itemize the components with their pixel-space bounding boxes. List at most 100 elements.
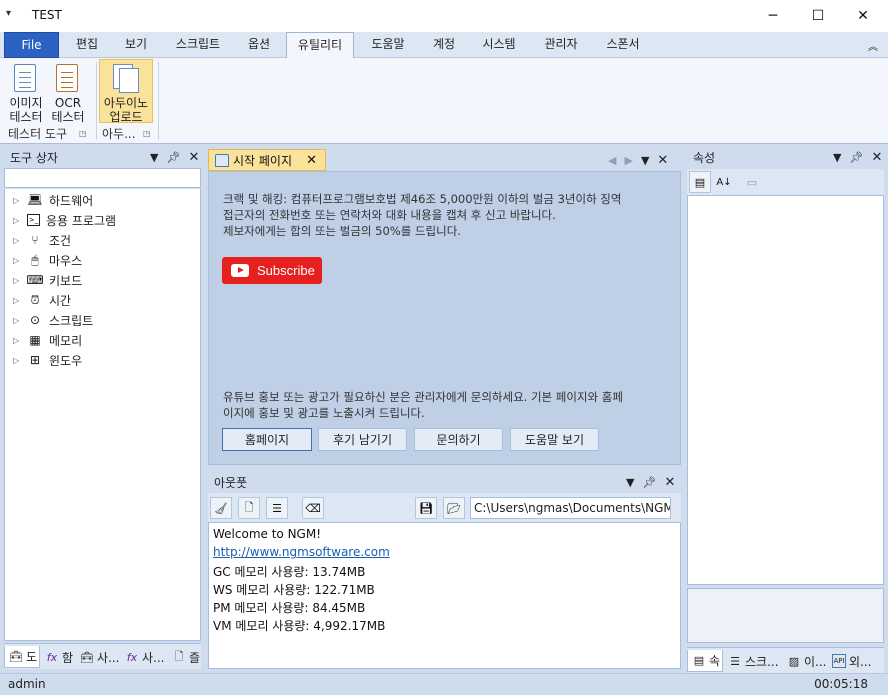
dropdown-icon[interactable]: ▼ (626, 472, 634, 494)
new-log-icon[interactable]: 🗋 (238, 497, 260, 519)
tab-help[interactable]: 도움말 (360, 32, 416, 58)
ocr-tester-button[interactable]: OCR 테스터 (48, 60, 88, 124)
property-grid[interactable] (687, 195, 884, 585)
notice-line: 크랙 및 해킹: 컴퓨터프로그램보호법 제46조 5,000만원 이하의 벌금 … (223, 192, 622, 206)
title-bar: ▾ TEST ─ ☐ ✕ (0, 0, 888, 32)
clean-icon[interactable]: 🧹︎ (210, 497, 232, 519)
expand-icon[interactable]: ▷ (13, 316, 25, 325)
dialog-launcher-icon[interactable]: ◳ (143, 129, 151, 138)
tab-functions[interactable]: fx 함 (41, 646, 75, 668)
close-icon[interactable]: ✕ (188, 147, 199, 169)
tree-item-script[interactable]: ▷ ⊙ 스크립트 (13, 310, 93, 330)
expand-icon[interactable]: ▷ (13, 256, 25, 265)
categorized-icon[interactable]: ▤ (689, 171, 711, 193)
tab-script[interactable]: 스크립트 (163, 32, 233, 58)
tree-item-condition[interactable]: ▷ ⑂ 조건 (13, 230, 71, 250)
tab-admin[interactable]: 관리자 (532, 32, 590, 58)
toolbox-title: 도구 상자 (10, 151, 58, 165)
tree-item-time[interactable]: ▷ ⏰︎ 시간 (13, 290, 71, 310)
tab-start-page[interactable]: 시작 페이지 ✕ (208, 149, 326, 171)
tree-item-label: 하드웨어 (49, 193, 94, 208)
tree-item-window[interactable]: ▷ ⊞ 윈도우 (13, 350, 82, 370)
expand-icon[interactable]: ▷ (13, 236, 25, 245)
close-button[interactable]: ✕ (840, 0, 886, 32)
tree-item-memory[interactable]: ▷ ▦ 메모리 (13, 330, 82, 350)
homepage-button[interactable]: 홈페이지 (222, 428, 312, 451)
tab-sponsor[interactable]: 스폰서 (593, 32, 653, 58)
pin-icon[interactable]: 📌︎ (849, 147, 863, 169)
close-icon[interactable]: ✕ (657, 153, 668, 168)
tab-script-list[interactable]: ☰ 스크... (724, 650, 782, 672)
tree-item-label: 메모리 (49, 333, 83, 348)
tab-label: 이... (804, 654, 827, 669)
dropdown-icon[interactable]: ▼ (150, 147, 158, 169)
expand-icon[interactable]: ▷ (13, 276, 25, 285)
log-line: WS 메모리 사용량: 122.71MB (213, 583, 375, 597)
expand-icon[interactable]: ▷ (13, 336, 25, 345)
tab-view[interactable]: 보기 (112, 32, 160, 58)
tab-label: 사... (97, 650, 120, 665)
maximize-button[interactable]: ☐ (795, 0, 841, 32)
status-bar: admin 00:05:18 (0, 673, 888, 695)
tab-favorites[interactable]: 🗋 즐 (168, 646, 201, 668)
tree-item-mouse[interactable]: ▷ 🖱︎ 마우스 (13, 250, 82, 270)
open-folder-icon[interactable]: 📂︎ (443, 497, 465, 519)
pin-icon[interactable]: 📌︎ (642, 472, 656, 494)
expand-icon[interactable]: ▷ (13, 216, 25, 225)
collapse-ribbon-icon[interactable]: ︽ (868, 38, 878, 53)
tab-file[interactable]: File (4, 32, 59, 58)
inquiry-button[interactable]: 문의하기 (414, 428, 503, 451)
tab-options[interactable]: 옵션 (236, 32, 282, 58)
website-link[interactable]: http://www.ngmsoftware.com (213, 545, 390, 559)
tab-account[interactable]: 계정 (421, 32, 467, 58)
help-button[interactable]: 도움말 보기 (510, 428, 599, 451)
close-tab-icon[interactable]: ✕ (306, 153, 317, 168)
terminal-icon: >_ (27, 214, 40, 226)
dropdown-icon[interactable]: ▼ (641, 154, 649, 167)
log-line: VM 메모리 사용량: 4,992.17MB (213, 619, 386, 633)
toolbox-tree: ▷ 💻︎ 하드웨어 ▷ >_ 응용 프로그램 ▷ ⑂ 조건 ▷ 🖱︎ 마우스 ▷… (4, 189, 201, 641)
close-icon[interactable]: ✕ (664, 472, 675, 494)
log-line: GC 메모리 사용량: 13.74MB (213, 565, 366, 579)
list-icon[interactable]: ☰ (266, 497, 288, 519)
tab-system[interactable]: 시스템 (471, 32, 527, 58)
tab-utility[interactable]: 유틸리티 (286, 32, 354, 59)
toolbox-search-input[interactable] (4, 168, 201, 188)
tab-toolbox[interactable]: 🧰︎ 도 (4, 646, 40, 668)
expand-icon[interactable]: ▷ (13, 356, 25, 365)
group-separator (158, 62, 159, 140)
promo-line: 유튜브 홍보 또는 광고가 필요하신 분은 관리자에게 문의하세요. 기본 페이… (223, 390, 623, 404)
dialog-launcher-icon[interactable]: ◳ (79, 129, 87, 138)
save-icon[interactable]: 💾︎ (415, 497, 437, 519)
scroll-left-icon[interactable]: ◀ (608, 154, 616, 167)
tab-properties[interactable]: ▤ 속 (687, 650, 723, 672)
property-pages-icon[interactable]: ▭ (741, 171, 763, 193)
minimize-button[interactable]: ─ (750, 0, 796, 32)
pin-icon[interactable]: 📌︎ (166, 147, 180, 169)
tab-label: 도 (26, 650, 38, 664)
scroll-right-icon[interactable]: ▶ (624, 154, 632, 167)
system-menu-icon[interactable]: ▾ (6, 8, 18, 20)
tree-item-applications[interactable]: ▷ >_ 응용 프로그램 (13, 210, 116, 230)
tab-user-toolbox[interactable]: 🧰︎ 사... (76, 646, 120, 668)
tab-external[interactable]: API 외... (828, 650, 884, 672)
expand-icon[interactable]: ▷ (13, 296, 25, 305)
list-icon: ☰ (730, 654, 740, 668)
tree-item-keyboard[interactable]: ▷ ⌨ 키보드 (13, 270, 82, 290)
tree-item-hardware[interactable]: ▷ 💻︎ 하드웨어 (13, 190, 93, 210)
image-tester-icon (14, 64, 36, 92)
tab-edit[interactable]: 편집 (62, 32, 112, 58)
image-tester-button[interactable]: 이미지 테스터 (6, 60, 46, 124)
tab-images[interactable]: ▨ 이... (783, 650, 827, 672)
arduino-upload-button[interactable]: 아두이노 업로드 (99, 59, 153, 124)
dropdown-icon[interactable]: ▼ (833, 147, 841, 169)
tree-item-label: 스크립트 (49, 313, 94, 328)
youtube-subscribe-button[interactable]: Subscribe (222, 257, 322, 284)
tab-user-functions[interactable]: fx 사... (121, 646, 167, 668)
write-review-button[interactable]: 후기 남기기 (318, 428, 407, 451)
sort-az-icon[interactable]: A↓ (713, 171, 735, 193)
log-path-field[interactable]: C:\Users\ngmas\Documents\NGM6\ (470, 497, 671, 519)
eraser-icon[interactable]: ⌫ (302, 497, 324, 519)
expand-icon[interactable]: ▷ (13, 196, 25, 205)
close-icon[interactable]: ✕ (871, 147, 882, 169)
